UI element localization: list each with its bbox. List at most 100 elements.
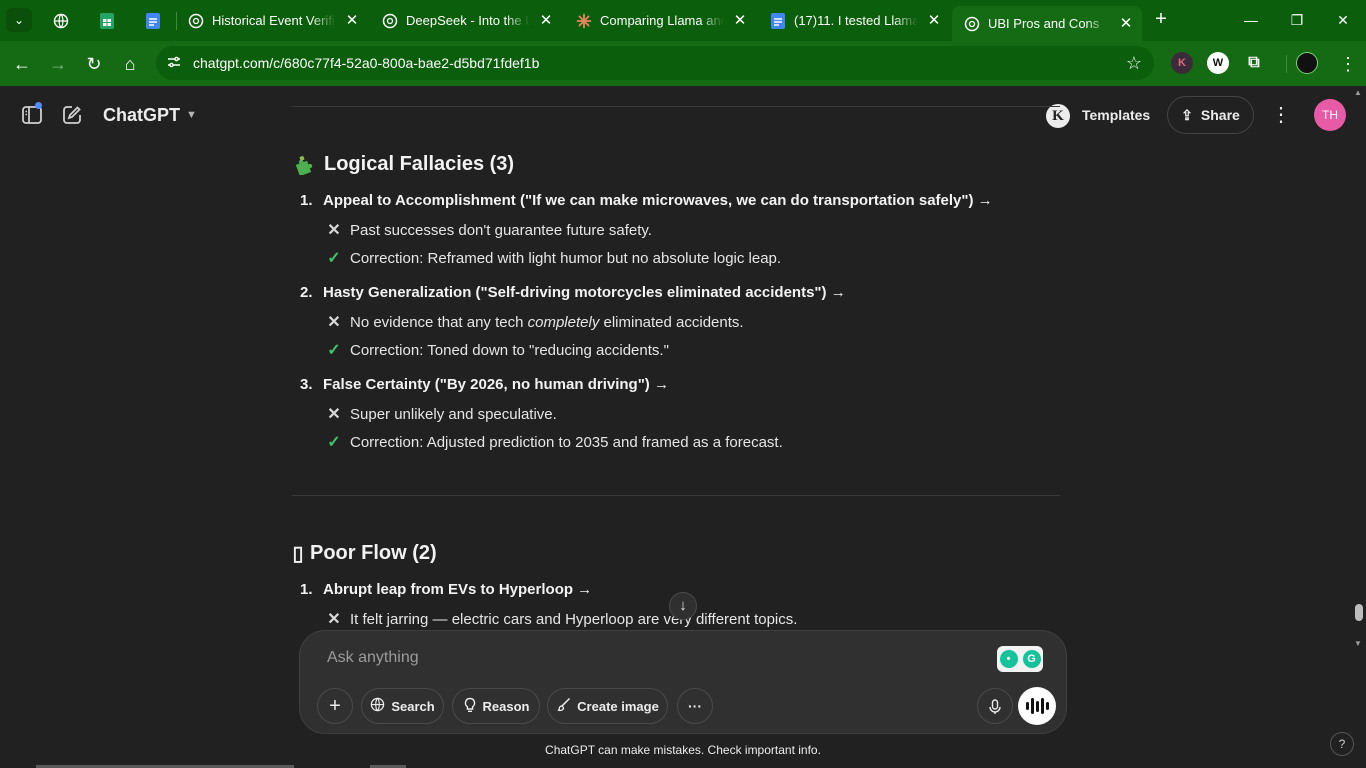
- prompt-input[interactable]: Ask anything: [327, 649, 419, 667]
- new-tab-button[interactable]: +: [1148, 8, 1174, 32]
- restore-button[interactable]: ❐: [1274, 0, 1320, 41]
- section-heading-poor-flow: ▯ Poor Flow (2): [292, 541, 437, 565]
- more-tools-button[interactable]: ···: [677, 688, 713, 724]
- list-item-title: 1. Appeal to Accomplishment ("If we can m…: [300, 192, 993, 209]
- tab-title: Historical Event Verifica: [212, 13, 336, 28]
- create-image-label: Create image: [577, 698, 659, 714]
- chevron-down-icon: ▼: [186, 109, 197, 121]
- forward-button[interactable]: →: [43, 49, 73, 79]
- tab-search-button[interactable]: ⌄: [6, 8, 32, 32]
- browser-toolbar: ← → ↻ ⌂ chatgpt.com/c/680c77f4-52a0-800a…: [0, 41, 1366, 86]
- globe-icon: [370, 697, 385, 715]
- toolbar-separator: [1286, 55, 1287, 73]
- lightbulb-icon: [463, 697, 477, 716]
- address-bar[interactable]: chatgpt.com/c/680c77f4-52a0-800a-bae2-d5…: [156, 46, 1154, 80]
- message-composer: Ask anything • G + Search Reason Create …: [299, 630, 1067, 734]
- new-chat-icon[interactable]: [60, 103, 84, 127]
- share-icon: ⇪: [1181, 106, 1193, 123]
- profile-avatar[interactable]: [1296, 52, 1318, 74]
- bookmark-star-icon[interactable]: ☆: [1126, 53, 1142, 74]
- tab-title: DeepSeek - Into the Unk: [406, 13, 530, 28]
- list-item-correction: ✓ Correction: Toned down to "reducing acc…: [327, 341, 669, 360]
- tab-close-icon[interactable]: ✕: [344, 12, 360, 29]
- reason-button[interactable]: Reason: [452, 688, 540, 724]
- attach-button[interactable]: +: [317, 688, 353, 724]
- chat-message: Logical Fallacies (3) 1. Appeal to Accomp…: [292, 144, 1060, 634]
- grammarly-bulb-icon: •: [999, 650, 1018, 668]
- list-item-title: 3. False Certainty ("By 2026, no human dr…: [300, 376, 669, 393]
- tab-comparing-llama[interactable]: Comparing Llama and C ✕: [564, 6, 756, 35]
- user-avatar[interactable]: TH: [1314, 99, 1346, 131]
- browser-menu-button[interactable]: ⋮: [1333, 49, 1363, 79]
- model-selector[interactable]: ChatGPT ▼: [103, 105, 197, 126]
- section-title: Logical Fallacies (3): [324, 152, 515, 175]
- help-button[interactable]: ?: [1330, 732, 1354, 756]
- grammarly-icon: G: [1022, 650, 1041, 668]
- openai-logo-icon: [964, 16, 980, 32]
- openai-logo-icon: [382, 13, 398, 29]
- top-divider: [292, 106, 1060, 107]
- microphone-icon[interactable]: [977, 688, 1013, 724]
- pinned-tab-1[interactable]: [38, 6, 84, 35]
- url-text: chatgpt.com/c/680c77f4-52a0-800a-bae2-d5…: [193, 55, 540, 71]
- tab-title: UBI Pros and Cons: [988, 16, 1100, 31]
- sidebar-toggle-icon[interactable]: [20, 102, 44, 127]
- tab-historical-event[interactable]: Historical Event Verifica ✕: [176, 6, 368, 35]
- list-item-title: 1. Abrupt leap from EVs to Hyperloop →: [300, 581, 593, 598]
- pinned-tab-3[interactable]: [130, 6, 176, 35]
- missing-glyph-icon: ▯: [292, 542, 304, 565]
- app-title-text: ChatGPT: [103, 105, 181, 125]
- section-heading-logical-fallacies: Logical Fallacies (3): [292, 152, 514, 176]
- tab-title: (17)11. I tested Llama a: [794, 13, 918, 28]
- cross-icon: ✕: [327, 222, 341, 239]
- share-label: Share: [1200, 107, 1240, 123]
- pinned-tab-2[interactable]: [84, 6, 130, 35]
- extensions-puzzle-icon[interactable]: ⧉: [1243, 52, 1265, 74]
- list-item-negative: ✕ It felt jarring — electric cars and Hyp…: [327, 610, 798, 629]
- minimize-button[interactable]: —: [1228, 0, 1274, 41]
- home-button[interactable]: ⌂: [115, 49, 145, 79]
- tab-i-tested-llama[interactable]: (17)11. I tested Llama a ✕: [758, 6, 950, 35]
- tab-deepseek[interactable]: DeepSeek - Into the Unk ✕: [370, 6, 562, 35]
- voice-mode-button[interactable]: [1018, 687, 1056, 725]
- back-button[interactable]: ←: [7, 49, 37, 79]
- reload-button[interactable]: ↻: [79, 49, 109, 79]
- cross-icon: ✕: [327, 611, 341, 628]
- section-title: Poor Flow (2): [310, 541, 437, 564]
- list-item-correction: ✓ Correction: Adjusted prediction to 2035…: [327, 433, 783, 452]
- create-image-button[interactable]: Create image: [547, 688, 668, 724]
- tab-close-icon[interactable]: ✕: [1118, 15, 1134, 32]
- chatgpt-header: ChatGPT ▼ K Templates ⇪ Share ⋮ TH: [0, 86, 1366, 144]
- browser-tab-strip: ⌄ Historical Event Verifica ✕ DeepSeek -…: [0, 0, 1366, 41]
- claude-burst-icon: [576, 13, 592, 29]
- site-info-icon[interactable]: [165, 54, 183, 72]
- templates-k-icon[interactable]: K: [1046, 104, 1070, 128]
- share-button[interactable]: ⇪ Share: [1167, 96, 1254, 134]
- check-icon: ✓: [327, 342, 341, 359]
- tab-close-icon[interactable]: ✕: [926, 12, 942, 29]
- list-item-negative: ✕ Past successes don't guarantee future s…: [327, 221, 652, 240]
- scrollbar-up-arrow[interactable]: ▲: [1353, 88, 1363, 98]
- list-item-negative: ✕ Super unlikely and speculative.: [327, 405, 557, 424]
- search-label: Search: [391, 698, 435, 714]
- search-button[interactable]: Search: [361, 688, 444, 724]
- tab-ubi-pros-cons[interactable]: UBI Pros and Cons ✕: [952, 6, 1142, 41]
- grammarly-widget[interactable]: • G: [997, 646, 1043, 672]
- tab-close-icon[interactable]: ✕: [538, 12, 554, 29]
- tab-close-icon[interactable]: ✕: [732, 12, 748, 29]
- list-item-correction: ✓ Correction: Reframed with light humor b…: [327, 249, 782, 268]
- scroll-to-bottom-button[interactable]: ↓: [669, 592, 697, 620]
- section-divider: [292, 495, 1060, 496]
- disclaimer-text: ChatGPT can make mistakes. Check importa…: [545, 743, 821, 757]
- list-item-title: 2. Hasty Generalization ("Self-driving mo…: [300, 284, 846, 301]
- w-extension-icon[interactable]: W: [1207, 52, 1229, 74]
- tab-title: Comparing Llama and C: [600, 13, 724, 28]
- k-extension-icon[interactable]: K: [1171, 52, 1193, 74]
- more-options-icon[interactable]: ⋮: [1268, 102, 1294, 128]
- scrollbar-down-arrow[interactable]: ▼: [1353, 639, 1363, 649]
- cross-icon: ✕: [327, 406, 341, 423]
- close-window-button[interactable]: ✕: [1320, 0, 1366, 41]
- scrollbar-thumb[interactable]: [1355, 604, 1363, 621]
- templates-button[interactable]: Templates: [1082, 107, 1150, 123]
- list-item-negative: ✕ No evidence that any tech completely el…: [327, 313, 744, 332]
